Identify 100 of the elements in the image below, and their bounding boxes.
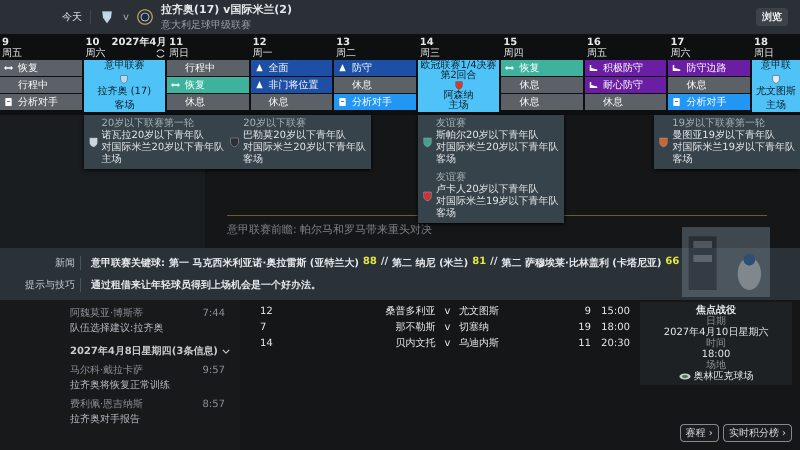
tip-text: 通过租借来让年轻球员得到上场机会是一个好办法。 <box>91 278 321 292</box>
training-session-button[interactable]: 休息 <box>167 94 249 110</box>
match-title: 拉齐奥(17) v国际米兰(2) <box>160 2 293 17</box>
training-session-button[interactable]: 防守 <box>334 60 416 76</box>
team-label: 卢卡人20岁以下青年队 <box>436 184 540 196</box>
team-label: 巴勒莫20岁以下青年队 <box>243 130 347 142</box>
away-team: 乌迪内斯 <box>459 336 500 350</box>
kickoff-time: 20:30 <box>600 338 630 348</box>
sender-name: 阿魏莫亚·博斯蒂 <box>70 306 144 320</box>
home-team: 桑普多利亚 <box>384 304 436 318</box>
training-session-button[interactable]: 耐心防守 <box>584 77 666 93</box>
table-position: 7 <box>260 322 268 332</box>
training-session-button[interactable]: 恢复 <box>0 60 82 76</box>
table-position: 14 <box>260 338 274 348</box>
browse-button[interactable]: 浏览 <box>756 8 788 26</box>
kickoff-time: 18:00 <box>600 322 630 332</box>
sender-name: 马尔科·戴拉卡萨 <box>70 364 144 377</box>
message-subject[interactable]: 拉齐奥对手报告 <box>70 412 225 426</box>
opponent-label: 拉齐奥 (17) <box>97 87 152 98</box>
score-value: 81 <box>472 256 486 269</box>
home-team: 那不勒斯 <box>394 320 436 334</box>
weekday-label: 周一 <box>252 48 273 59</box>
field-label: 时间 <box>706 338 726 349</box>
training-session-button[interactable]: 分析对手 <box>0 94 82 110</box>
training-session-button[interactable]: 全面 <box>250 60 332 76</box>
venue-label: 客场 <box>436 154 457 166</box>
training-session-button[interactable]: 休息 <box>501 77 583 93</box>
table-position: 12 <box>260 306 274 316</box>
message-subject[interactable]: 队伍选择建议:拉齐奥 <box>70 321 225 335</box>
training-session-button[interactable]: 休息 <box>501 94 583 110</box>
score-value: 66 <box>665 256 680 269</box>
day-number: 18 <box>754 37 769 48</box>
weekday-label: 周四 <box>503 48 524 59</box>
weekday-label: 周二 <box>336 48 356 59</box>
competition-label: 友谊赛 <box>436 172 467 184</box>
tips-label: 提示与技巧 <box>0 278 81 292</box>
player-ranking: 第二 纳尼 (米兰) <box>392 256 468 270</box>
team-label: 对国际米兰20岁以下青年队 <box>243 142 366 154</box>
day-number: 9 <box>2 37 10 48</box>
table-position: 9 <box>584 306 591 316</box>
venue-label: 客场 <box>672 154 694 166</box>
news-ticker-title: 意甲联赛关键球: <box>91 256 165 270</box>
training-session-button[interactable]: 积极防守 <box>584 60 666 76</box>
nav-button[interactable]: 赛程 › <box>680 424 719 442</box>
team-label: 对国际米兰20岁以下青年队 <box>102 142 224 154</box>
venue-label: 客场 <box>114 100 134 111</box>
competition-label: 20岁以下联赛第一轮 <box>102 118 196 130</box>
training-session-button[interactable]: 休息 <box>584 94 666 110</box>
news-label: 新闻 <box>0 256 81 270</box>
training-session-button[interactable]: 行程中 <box>0 77 82 93</box>
weekday-label: 周五 <box>586 48 607 59</box>
day-number: 17 <box>670 37 684 48</box>
team-label: 对国际米兰19岁以下青年队 <box>436 196 559 208</box>
team-label: 斯帕尔20岁以下青年队 <box>436 130 540 142</box>
nav-button[interactable]: 实时积分榜 › <box>722 424 792 442</box>
versus-label: v <box>443 322 452 332</box>
day-number: 16 <box>586 37 602 48</box>
venue-label: 主场 <box>102 154 122 166</box>
date-value: 2027年4月10日星期六 <box>664 327 768 338</box>
date-header: 2027年4月8日星期四(3条信息) <box>70 344 218 358</box>
venue-value: 奥林匹克球场 <box>694 371 754 382</box>
training-session-button[interactable]: 休息 <box>334 77 416 93</box>
opponent-label: 尤文图斯 <box>756 87 796 98</box>
score-value: 88 <box>362 256 377 269</box>
time-value: 18:00 <box>702 349 730 360</box>
table-position: 11 <box>577 338 591 348</box>
venue-label: 主场 <box>766 100 786 111</box>
training-session-button[interactable]: 非门将位置 <box>250 77 332 93</box>
day-number: 14 <box>420 37 435 48</box>
team-label: 对国际米兰20岁以下青年队 <box>436 142 559 154</box>
venue-label: 主场 <box>448 100 469 111</box>
away-team: 切塞纳 <box>459 320 490 334</box>
kickoff-time: 15:00 <box>600 306 630 316</box>
weekday-label: 周日 <box>754 48 774 59</box>
day-number: 15 <box>503 37 518 48</box>
field-label: 场地 <box>706 360 726 371</box>
training-session-button[interactable]: 休息 <box>668 77 750 93</box>
weekday-label: 周五 <box>2 48 22 59</box>
match-card[interactable]: 意甲联 尤文图斯 主场 <box>752 60 800 112</box>
versus-label: v <box>123 12 129 22</box>
training-session-button[interactable]: 休息 <box>250 94 332 110</box>
team-label: 诺瓦拉20岁以下青年队 <box>102 130 206 142</box>
venue-label: 客场 <box>243 154 264 166</box>
competition-label: 20岁以下联赛 <box>243 118 307 130</box>
training-session-button[interactable]: 行程中 <box>167 60 249 76</box>
message-time: 9:57 <box>202 364 225 376</box>
weekday-label: 周六 <box>86 48 106 59</box>
competition-label: 19岁以下联赛第一轮 <box>672 118 766 130</box>
sender-name: 费利佩·恩吉纳斯 <box>70 398 144 411</box>
separator: // <box>490 256 498 269</box>
player-ranking: 第一 马克西米利亚诺·奥拉雷斯 (亚特兰大) <box>169 256 359 270</box>
separator: // <box>380 256 388 269</box>
day-number: 10 <box>86 37 100 48</box>
message-time: 7:44 <box>202 308 225 318</box>
training-session-button[interactable]: 防守边路 <box>668 60 750 76</box>
team-label: 对国际米兰19岁以下青年队 <box>672 142 795 154</box>
weekday-label: 周日 <box>169 48 190 59</box>
message-subject[interactable]: 拉齐奥将恢复正常训练 <box>70 378 225 392</box>
team-label: 曼图亚19岁以下青年队 <box>672 130 776 142</box>
weekday-label: 周三 <box>420 48 440 59</box>
